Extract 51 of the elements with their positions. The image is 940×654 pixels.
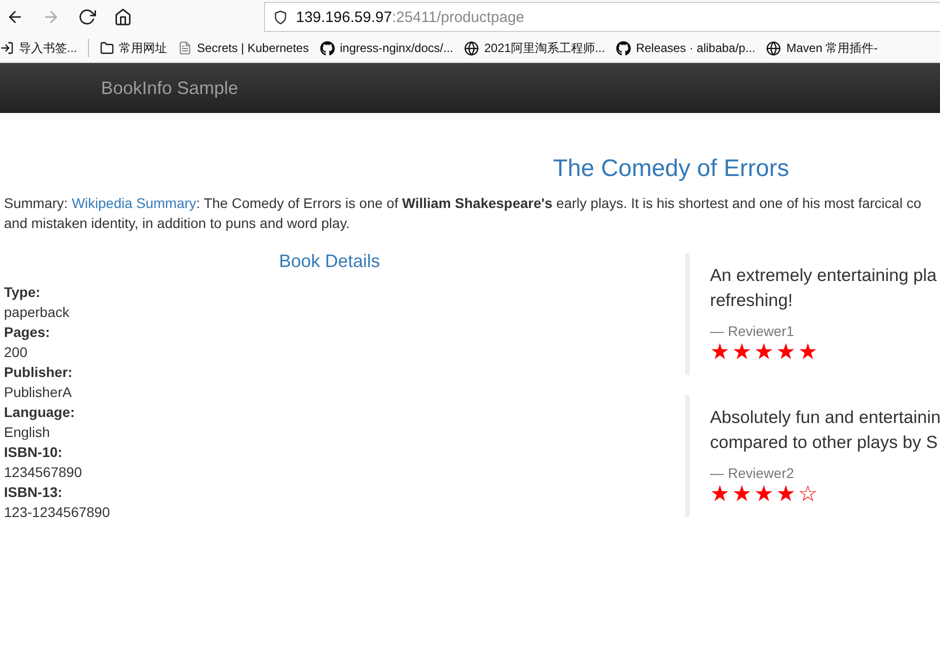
wikipedia-link[interactable]: Wikipedia Summary: [72, 195, 196, 211]
detail-label: ISBN-10:: [3, 443, 64, 462]
forward-arrow-icon: [42, 8, 60, 26]
bookmark-item[interactable]: 导入书签...: [0, 40, 78, 56]
github-icon: [320, 40, 335, 56]
globe-icon: [464, 40, 480, 56]
detail-label: ISBN-13:: [3, 483, 64, 502]
empty-star-icon: ☆: [798, 483, 818, 505]
bookmark-item[interactable]: 常用网址: [100, 40, 168, 56]
detail-value: paperback: [3, 303, 70, 322]
home-icon: [114, 8, 132, 26]
detail-label: Pages:: [3, 323, 51, 342]
filled-star-icon: ★: [710, 341, 730, 363]
folder-icon: [100, 41, 114, 55]
bookmark-item[interactable]: Releases · alibaba/p...: [616, 40, 756, 56]
reload-icon: [78, 8, 96, 26]
bookmark-item[interactable]: ingress-nginx/docs/...: [320, 40, 454, 56]
bookmark-item[interactable]: 2021阿里淘系工程师...: [464, 40, 605, 56]
bookmark-item[interactable]: Secrets | Kubernetes: [178, 41, 309, 55]
filled-star-icon: ★: [732, 341, 752, 363]
detail-label: Language:: [3, 403, 76, 422]
filled-star-icon: ★: [776, 341, 796, 363]
detail-value: 200: [3, 343, 28, 362]
summary-paragraph: Summary: Wikipedia Summary: The Comedy of Errors is one of William Shakespeare's early plays. It is his shortest and one of his most farcical co and mistaken identity, in addition to puns and word play.: [4, 194, 922, 233]
review-text: An extremely entertaining pla refreshing!: [710, 264, 938, 312]
filled-star-icon: ★: [710, 483, 730, 505]
github-icon: [616, 40, 631, 56]
address-bar[interactable]: 139.196.59.97:25411/productpage: [264, 2, 940, 32]
detail-value: PublisherA: [3, 383, 73, 402]
document-icon: [178, 41, 192, 55]
back-arrow-icon: [6, 8, 24, 26]
filled-star-icon: ★: [754, 483, 774, 505]
reviewer-name: — Reviewer1: [710, 322, 796, 341]
detail-label: Type:: [3, 283, 42, 302]
bookmark-item[interactable]: Maven 常用插件-: [766, 40, 878, 56]
filled-star-icon: ★: [754, 341, 774, 363]
review-text: Absolutely fun and entertainin compared to other plays by S: [710, 406, 940, 454]
detail-value: 1234567890: [3, 463, 83, 482]
reviewer-name: — Reviewer2: [710, 464, 796, 483]
detail-label: Publisher:: [3, 363, 74, 382]
import-icon: [0, 41, 14, 55]
brand-link[interactable]: BookInfo Sample: [101, 78, 238, 98]
filled-star-icon: ★: [776, 483, 796, 505]
filled-star-icon: ★: [798, 341, 818, 363]
globe-icon: [766, 40, 782, 56]
filled-star-icon: ★: [732, 483, 752, 505]
details-heading: Book Details: [278, 251, 382, 272]
detail-value: English: [3, 423, 51, 442]
book-title: The Comedy of Errors: [552, 155, 790, 183]
detail-value: 123-1234567890: [3, 503, 111, 522]
shield-icon: [273, 10, 288, 24]
